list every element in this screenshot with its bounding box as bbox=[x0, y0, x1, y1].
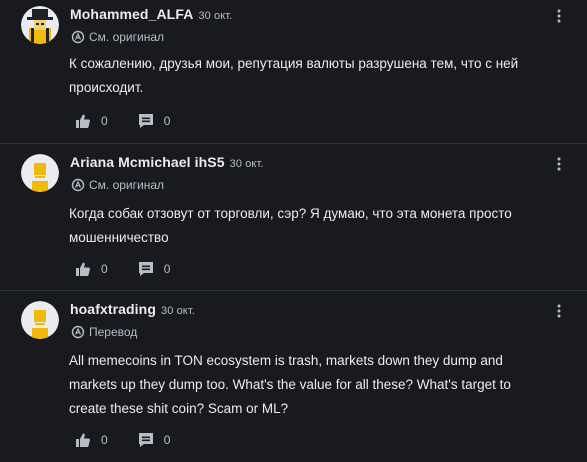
see-original-link[interactable]: См. оригинал bbox=[71, 178, 164, 192]
username[interactable]: Ariana Mcmichael ihS5 30 окт. bbox=[70, 154, 264, 170]
comment-icon bbox=[138, 433, 153, 447]
translate-link[interactable]: Перевод bbox=[71, 325, 137, 339]
like-count: 0 bbox=[101, 433, 108, 447]
reply-count: 0 bbox=[163, 433, 171, 447]
reply-button[interactable]: 0 bbox=[138, 261, 171, 277]
comment-actions: 0 0 bbox=[75, 113, 170, 129]
thumbs-up-icon bbox=[76, 114, 90, 128]
like-button[interactable]: 0 bbox=[75, 432, 108, 448]
comment-date: 30 окт. bbox=[160, 305, 195, 317]
comment-feed: Mohammed_ALFA 30 окт. См. оригинал К сожа… bbox=[0, 0, 587, 462]
username[interactable]: hoafxtrading 30 окт. bbox=[70, 301, 195, 317]
comment-text: All memecoins in TON ecosystem is trash,… bbox=[69, 353, 511, 416]
reply-button[interactable]: 0 bbox=[138, 113, 171, 129]
divider bbox=[0, 290, 587, 291]
more-options-icon[interactable] bbox=[554, 8, 564, 24]
translate-icon bbox=[71, 30, 85, 44]
avatar[interactable] bbox=[21, 154, 59, 192]
avatar[interactable] bbox=[21, 6, 59, 44]
username[interactable]: Mohammed_ALFA 30 окт. bbox=[70, 6, 232, 22]
like-button[interactable]: 0 bbox=[75, 113, 108, 129]
translation-label: См. оригинал bbox=[89, 30, 165, 44]
translation-label: См. оригинал bbox=[89, 178, 165, 192]
default-avatar-icon bbox=[21, 301, 59, 339]
comment-text: К сожалению, друзья мои, репутация валют… bbox=[69, 56, 519, 95]
thumbs-up-icon bbox=[76, 433, 90, 447]
translate-icon bbox=[71, 325, 85, 339]
thumbs-up-icon bbox=[76, 262, 90, 276]
default-avatar-icon bbox=[21, 154, 59, 192]
translation-label: Перевод bbox=[89, 325, 138, 339]
comment-item: hoafxtrading 30 окт. Перевод All memecoin… bbox=[0, 301, 587, 462]
like-button[interactable]: 0 bbox=[75, 261, 108, 277]
reply-count: 0 bbox=[163, 114, 171, 128]
comment-date: 30 окт. bbox=[198, 10, 233, 22]
like-count: 0 bbox=[101, 262, 108, 276]
comment-text: Когда собак отзовут от торговли, сэр? Я … bbox=[69, 206, 512, 245]
comment-item: Mohammed_ALFA 30 окт. См. оригинал К сожа… bbox=[0, 6, 587, 132]
comment-item: Ariana Mcmichael ihS5 30 окт. См. оригина… bbox=[0, 154, 587, 284]
divider bbox=[0, 143, 587, 144]
comment-icon bbox=[138, 114, 153, 128]
comment-date: 30 окт. bbox=[229, 158, 264, 170]
see-original-link[interactable]: См. оригинал bbox=[71, 30, 164, 44]
reply-count: 0 bbox=[163, 262, 171, 276]
comment-actions: 0 0 bbox=[75, 432, 170, 448]
more-options-icon[interactable] bbox=[554, 156, 564, 172]
like-count: 0 bbox=[101, 114, 108, 128]
avatar[interactable] bbox=[21, 301, 59, 339]
translate-icon bbox=[71, 178, 85, 192]
comment-actions: 0 0 bbox=[75, 261, 170, 277]
reply-button[interactable]: 0 bbox=[138, 432, 171, 448]
more-options-icon[interactable] bbox=[554, 303, 564, 319]
hat-avatar-icon bbox=[21, 6, 59, 44]
comment-icon bbox=[138, 262, 153, 276]
